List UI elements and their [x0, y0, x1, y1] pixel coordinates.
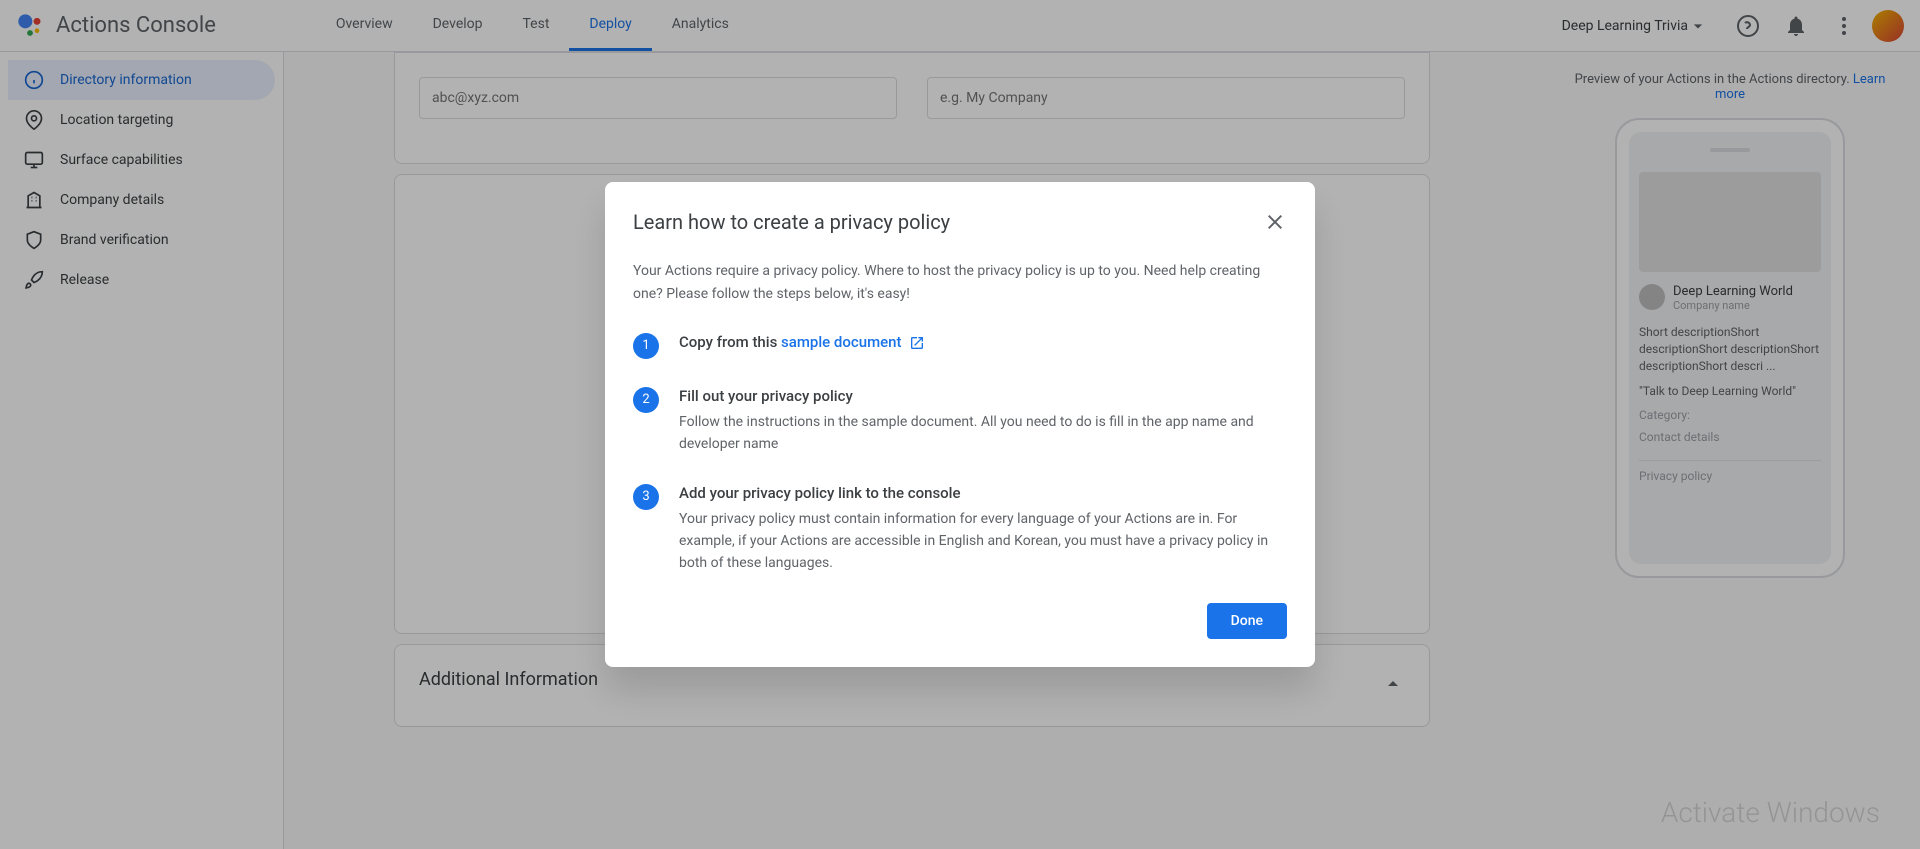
modal-overlay: Learn how to create a privacy policy You… [0, 0, 1920, 849]
close-icon[interactable] [1263, 210, 1287, 240]
step-title: Fill out your privacy policy [679, 387, 1287, 405]
step-title: Copy from this sample document [679, 333, 1287, 351]
step-number: 3 [633, 484, 659, 510]
step-2: 2 Fill out your privacy policy Follow th… [633, 387, 1287, 456]
modal-title: Learn how to create a privacy policy [633, 210, 950, 234]
step-title: Add your privacy policy link to the cons… [679, 484, 1287, 502]
external-link-icon [909, 335, 925, 351]
step-description: Follow the instructions in the sample do… [679, 411, 1287, 456]
step-3: 3 Add your privacy policy link to the co… [633, 484, 1287, 575]
sample-document-link[interactable]: sample document [781, 333, 901, 351]
step-description: Your privacy policy must contain informa… [679, 508, 1287, 575]
privacy-policy-modal: Learn how to create a privacy policy You… [605, 182, 1315, 667]
step-number: 1 [633, 333, 659, 359]
step-number: 2 [633, 387, 659, 413]
step-1: 1 Copy from this sample document [633, 333, 1287, 359]
done-button[interactable]: Done [1207, 603, 1287, 639]
modal-intro: Your Actions require a privacy policy. W… [633, 260, 1287, 305]
